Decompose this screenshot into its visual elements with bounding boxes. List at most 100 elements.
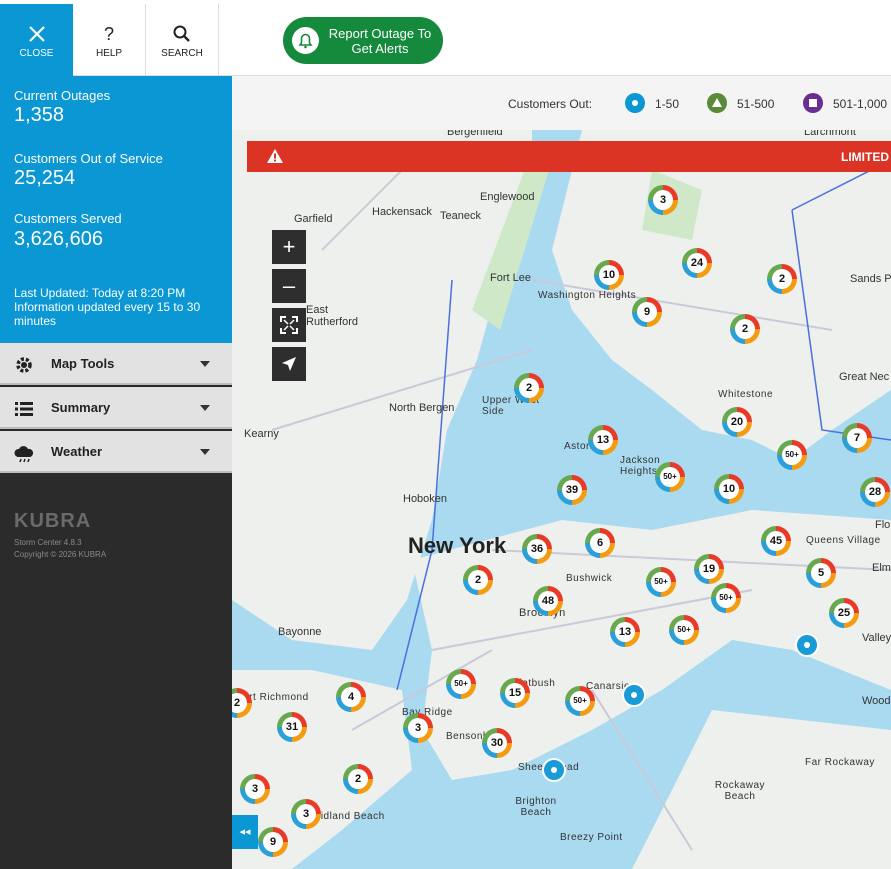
- legend-triangle-icon: [707, 93, 727, 113]
- summary-accordion[interactable]: Summary: [0, 387, 232, 429]
- map-label: Wood: [862, 695, 891, 707]
- outage-cluster[interactable]: 7: [842, 423, 872, 453]
- outage-cluster[interactable]: 2: [730, 314, 760, 344]
- outage-cluster[interactable]: 39: [557, 475, 587, 505]
- customers-served-value: 3,626,606: [14, 228, 103, 250]
- close-button[interactable]: CLOSE: [0, 4, 73, 76]
- outage-cluster[interactable]: 9: [258, 827, 288, 857]
- outage-cluster[interactable]: 45: [761, 526, 791, 556]
- map-label: Hoboken: [403, 493, 448, 505]
- bell-icon: [292, 27, 319, 54]
- outage-marker[interactable]: [542, 758, 566, 782]
- report-label-line1: Report Outage To: [328, 26, 432, 41]
- zoom-in-button[interactable]: +: [272, 230, 306, 264]
- map-label: Far Rockaway: [805, 757, 875, 768]
- legend-bar: Customers Out: 1-50 51-500 501-1,000: [232, 76, 891, 130]
- close-label: CLOSE: [19, 48, 54, 59]
- sidebar: Current Outages 1,358 Customers Out of S…: [0, 76, 232, 869]
- customers-out-value: 25,254: [14, 167, 76, 189]
- outage-stats-panel: Current Outages 1,358 Customers Out of S…: [0, 76, 232, 343]
- summary-label: Summary: [51, 400, 111, 415]
- outage-cluster[interactable]: 6: [585, 528, 615, 558]
- outage-cluster[interactable]: 3: [240, 774, 270, 804]
- outage-cluster[interactable]: 4: [336, 682, 366, 712]
- fullscreen-button[interactable]: [272, 308, 306, 342]
- top-toolbar: CLOSE ? HELP SEARCH Report Outage To Get…: [0, 0, 891, 76]
- outage-cluster[interactable]: 19: [694, 554, 724, 584]
- legend-square-icon: [803, 93, 823, 113]
- outage-cluster[interactable]: 13: [588, 425, 618, 455]
- outage-map[interactable]: Bergenfield Larchmont Englewood Hackensa…: [232, 130, 891, 869]
- map-label: Bayonne: [278, 626, 322, 638]
- outage-cluster[interactable]: 2: [514, 373, 544, 403]
- outage-cluster[interactable]: 13: [610, 617, 640, 647]
- outage-cluster[interactable]: 24: [682, 248, 712, 278]
- map-label: Larchmont: [804, 130, 856, 138]
- outage-cluster[interactable]: 36: [522, 534, 552, 564]
- outage-cluster[interactable]: 2: [232, 688, 252, 718]
- chevron-down-icon: [200, 405, 210, 411]
- map-label: Flo: [875, 519, 891, 531]
- report-outage-button[interactable]: Report Outage To Get Alerts: [283, 17, 443, 64]
- map-label: Kearny: [244, 428, 279, 440]
- outage-cluster[interactable]: 2: [767, 264, 797, 294]
- outage-cluster[interactable]: 3: [648, 185, 678, 215]
- legend-item-51-500: 51-500: [737, 97, 775, 111]
- map-label: East Rutherford: [306, 304, 358, 328]
- outage-cluster[interactable]: 50+: [669, 615, 699, 645]
- map-label: Garfield: [294, 213, 333, 225]
- outage-cluster[interactable]: 50+: [777, 440, 807, 470]
- outage-marker[interactable]: [622, 683, 646, 707]
- outage-cluster[interactable]: 30: [482, 728, 512, 758]
- help-icon: ?: [104, 24, 114, 44]
- outage-cluster[interactable]: 15: [500, 678, 530, 708]
- outage-cluster[interactable]: 20: [722, 407, 752, 437]
- outage-cluster[interactable]: 48: [533, 586, 563, 616]
- outage-cluster[interactable]: 10: [594, 260, 624, 290]
- outage-cluster[interactable]: 50+: [646, 567, 676, 597]
- collapse-panel-button[interactable]: ◂◂: [232, 815, 258, 849]
- map-label: Brighton Beach: [515, 796, 557, 818]
- gear-icon: [16, 357, 32, 373]
- outage-cluster[interactable]: 3: [403, 713, 433, 743]
- map-label: Bergenfield: [447, 130, 503, 138]
- search-button[interactable]: SEARCH: [146, 4, 219, 76]
- limited-alert-banner[interactable]: LIMITED: [247, 141, 891, 172]
- legend-item-501-1000: 501-1,000: [833, 97, 888, 111]
- zoom-out-button[interactable]: –: [272, 269, 306, 303]
- current-outages-label: Current Outages: [14, 88, 111, 103]
- search-icon: [173, 25, 190, 42]
- chevron-down-icon: [200, 449, 210, 455]
- version-text: Storm Center 4.8.3: [14, 538, 82, 547]
- outage-cluster[interactable]: 2: [463, 565, 493, 595]
- map-label: North Bergen: [389, 402, 455, 414]
- map-tools-accordion[interactable]: Map Tools: [0, 343, 232, 385]
- map-tools-label: Map Tools: [51, 356, 115, 371]
- close-icon: [28, 26, 45, 42]
- outage-marker[interactable]: [795, 633, 819, 657]
- legend-label: Customers Out:: [508, 97, 593, 111]
- outage-cluster[interactable]: 25: [829, 598, 859, 628]
- outage-cluster[interactable]: 10: [714, 474, 744, 504]
- map-label: Bushwick: [566, 573, 613, 584]
- outage-cluster[interactable]: 31: [277, 712, 307, 742]
- report-label-line2: Get Alerts: [351, 41, 409, 56]
- last-updated: Last Updated: Today at 8:20 PM: [14, 286, 186, 300]
- customers-out-label: Customers Out of Service: [14, 151, 163, 166]
- outage-cluster[interactable]: 5: [806, 558, 836, 588]
- outage-cluster[interactable]: 50+: [446, 669, 476, 699]
- outage-cluster[interactable]: 2: [343, 764, 373, 794]
- weather-accordion[interactable]: Weather: [0, 431, 232, 473]
- help-button[interactable]: ? HELP: [73, 4, 146, 76]
- alert-text: LIMITED: [841, 150, 889, 164]
- outage-cluster[interactable]: 9: [632, 297, 662, 327]
- map-label: Breezy Point: [560, 832, 623, 843]
- map-label: Fort Lee: [490, 272, 531, 284]
- locate-button[interactable]: [272, 347, 306, 381]
- outage-cluster[interactable]: 50+: [655, 462, 685, 492]
- outage-cluster[interactable]: 50+: [565, 686, 595, 716]
- outage-cluster[interactable]: 28: [860, 477, 890, 507]
- outage-cluster[interactable]: 50+: [711, 583, 741, 613]
- search-label: SEARCH: [161, 48, 203, 59]
- outage-cluster[interactable]: 3: [291, 799, 321, 829]
